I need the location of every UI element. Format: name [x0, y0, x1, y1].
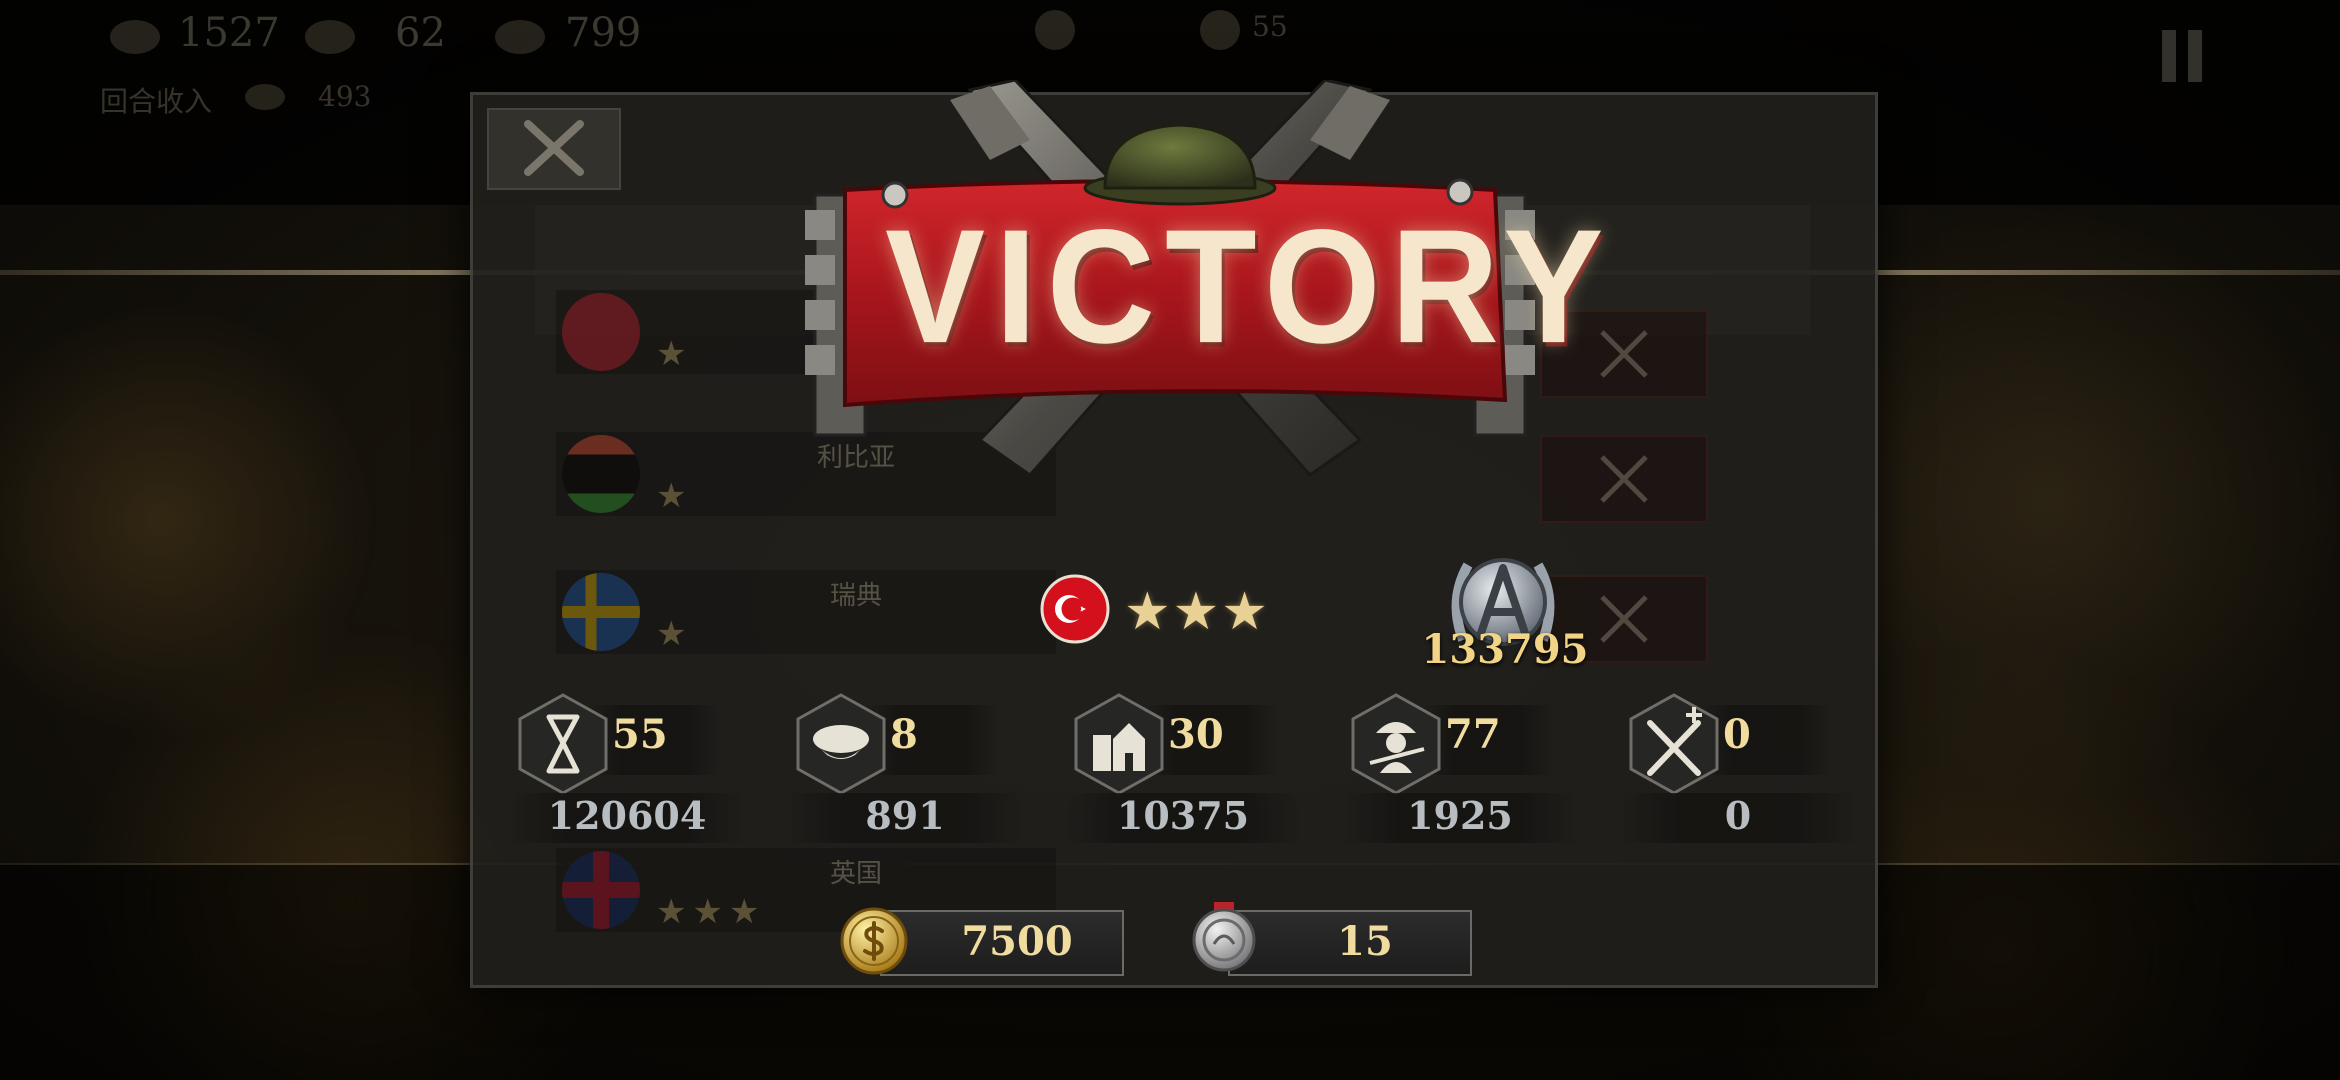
row-attack-button[interactable]: [1540, 435, 1708, 523]
nation-stars: ★: [656, 476, 693, 516]
income-gold-icon: [245, 84, 285, 110]
crossed-swords-icon: [1600, 455, 1648, 503]
industry-amount: 799: [565, 10, 642, 56]
stat-count: 8: [890, 711, 918, 758]
stat-battles: 0 0: [1618, 693, 1858, 846]
uk-flag-icon: [562, 851, 640, 929]
officer-cap-icon: [796, 693, 886, 795]
close-button[interactable]: [487, 108, 621, 190]
city-building-icon: [1074, 693, 1164, 795]
crossed-swords-icon: [1629, 693, 1719, 795]
enemy-army-icon: [1200, 10, 1240, 50]
total-score: 133795: [1421, 626, 1589, 673]
manpower-amount: 62: [395, 10, 446, 56]
stat-total: 891: [865, 793, 945, 838]
nation-stars: ★: [656, 334, 693, 374]
stat-cities: 30 10375: [1063, 693, 1303, 846]
nation-name: 瑞典: [829, 581, 882, 611]
victory-banner: VICTORY: [800, 80, 1614, 480]
close-icon: [524, 120, 584, 176]
gold-icon: [110, 20, 160, 54]
enemy-count: 55: [1252, 10, 1288, 43]
libya-flag-icon: [562, 435, 640, 513]
medal-reward: 15: [1228, 910, 1472, 976]
sweden-flag-icon: [562, 573, 640, 651]
stat-count: 55: [612, 711, 668, 758]
nation-stars: ★★★: [656, 892, 766, 932]
enemy-icon: [1035, 10, 1075, 50]
nation-name: 英国: [829, 859, 882, 889]
pause-button[interactable]: [2162, 30, 2204, 82]
hourglass-icon: [518, 693, 608, 795]
turkey-flag-icon: [1040, 574, 1110, 644]
turn-income-gold: 493: [318, 80, 372, 113]
stat-officers: 8 891: [785, 693, 1025, 846]
gold-reward-value: 7500: [961, 918, 1073, 965]
turkey-flag-icon: [562, 293, 640, 371]
nation-row: 瑞典 ★: [556, 570, 1056, 654]
industry-icon: [495, 20, 545, 54]
soldier-icon: [1351, 693, 1441, 795]
player-rating-stars: ★★★: [1124, 582, 1270, 642]
medal-reward-value: 15: [1337, 918, 1393, 965]
stat-total: 120604: [547, 793, 707, 838]
turn-income-label: 回合收入: [100, 85, 213, 118]
stat-total: 1925: [1407, 793, 1513, 838]
stat-count: 0: [1723, 711, 1751, 758]
stat-soldiers: 77 1925: [1340, 693, 1580, 846]
stat-turns: 55 120604: [507, 693, 747, 846]
gold-amount: 1527: [178, 10, 280, 56]
nation-stars: ★: [656, 614, 693, 654]
stat-total: 0: [1724, 793, 1752, 838]
victory-title: VICTORY: [885, 195, 1614, 377]
gold-coin-icon: [840, 907, 908, 975]
stat-total: 10375: [1116, 793, 1250, 838]
gold-reward: 7500: [880, 910, 1124, 976]
stat-count: 30: [1168, 711, 1224, 758]
manpower-icon: [305, 20, 355, 54]
stat-count: 77: [1445, 711, 1501, 758]
silver-medal-icon: [1192, 902, 1256, 972]
